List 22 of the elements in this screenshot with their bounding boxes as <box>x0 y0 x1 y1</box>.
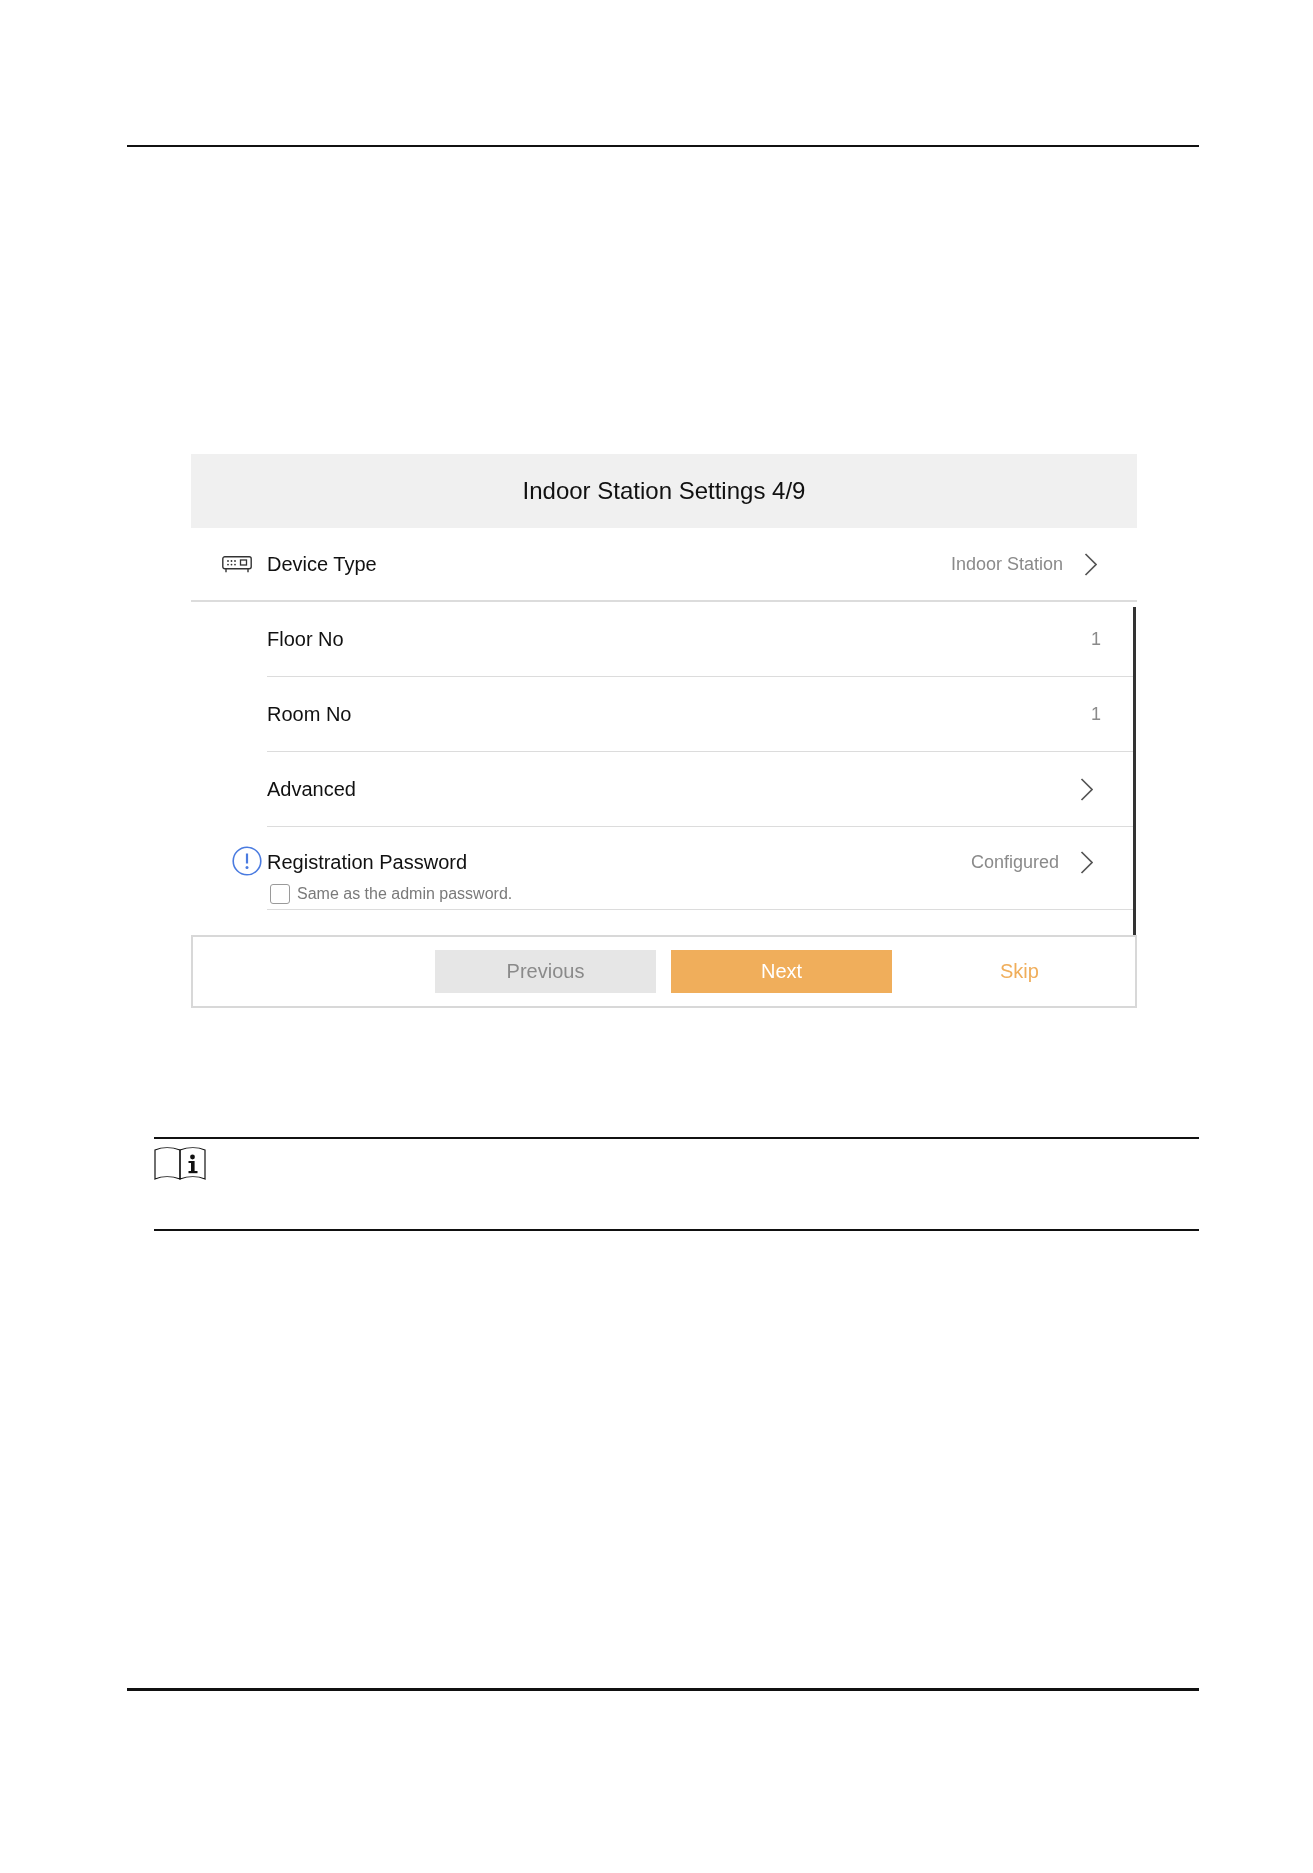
row-label: Advanced <box>267 777 356 801</box>
book-info-icon <box>154 1146 206 1182</box>
row-label: Room No <box>267 702 352 726</box>
row-value: 1 <box>1091 628 1101 650</box>
row-label: Registration Password <box>267 850 468 874</box>
wizard-title: Indoor Station Settings 4/9 <box>522 477 806 505</box>
chevron-right-icon[interactable] <box>1084 552 1097 576</box>
device-icon <box>222 555 252 573</box>
skip-button[interactable]: Skip <box>1000 960 1039 983</box>
row-label: Device Type <box>267 552 377 576</box>
previous-button[interactable]: Previous <box>435 950 656 993</box>
row-value: Configured <box>970 851 1059 873</box>
checkbox-label: Same as the admin password. <box>297 885 513 903</box>
warning-icon <box>232 846 262 876</box>
row-value: 1 <box>1091 703 1101 725</box>
chevron-right-icon[interactable] <box>1080 850 1093 874</box>
row-value: Indoor Station <box>950 553 1063 575</box>
scrollbar-thumb[interactable] <box>1133 607 1136 935</box>
next-button[interactable]: Next <box>671 950 892 993</box>
checkbox[interactable] <box>270 884 290 904</box>
row-label: Floor No <box>267 627 344 651</box>
chevron-right-icon[interactable] <box>1080 777 1093 801</box>
